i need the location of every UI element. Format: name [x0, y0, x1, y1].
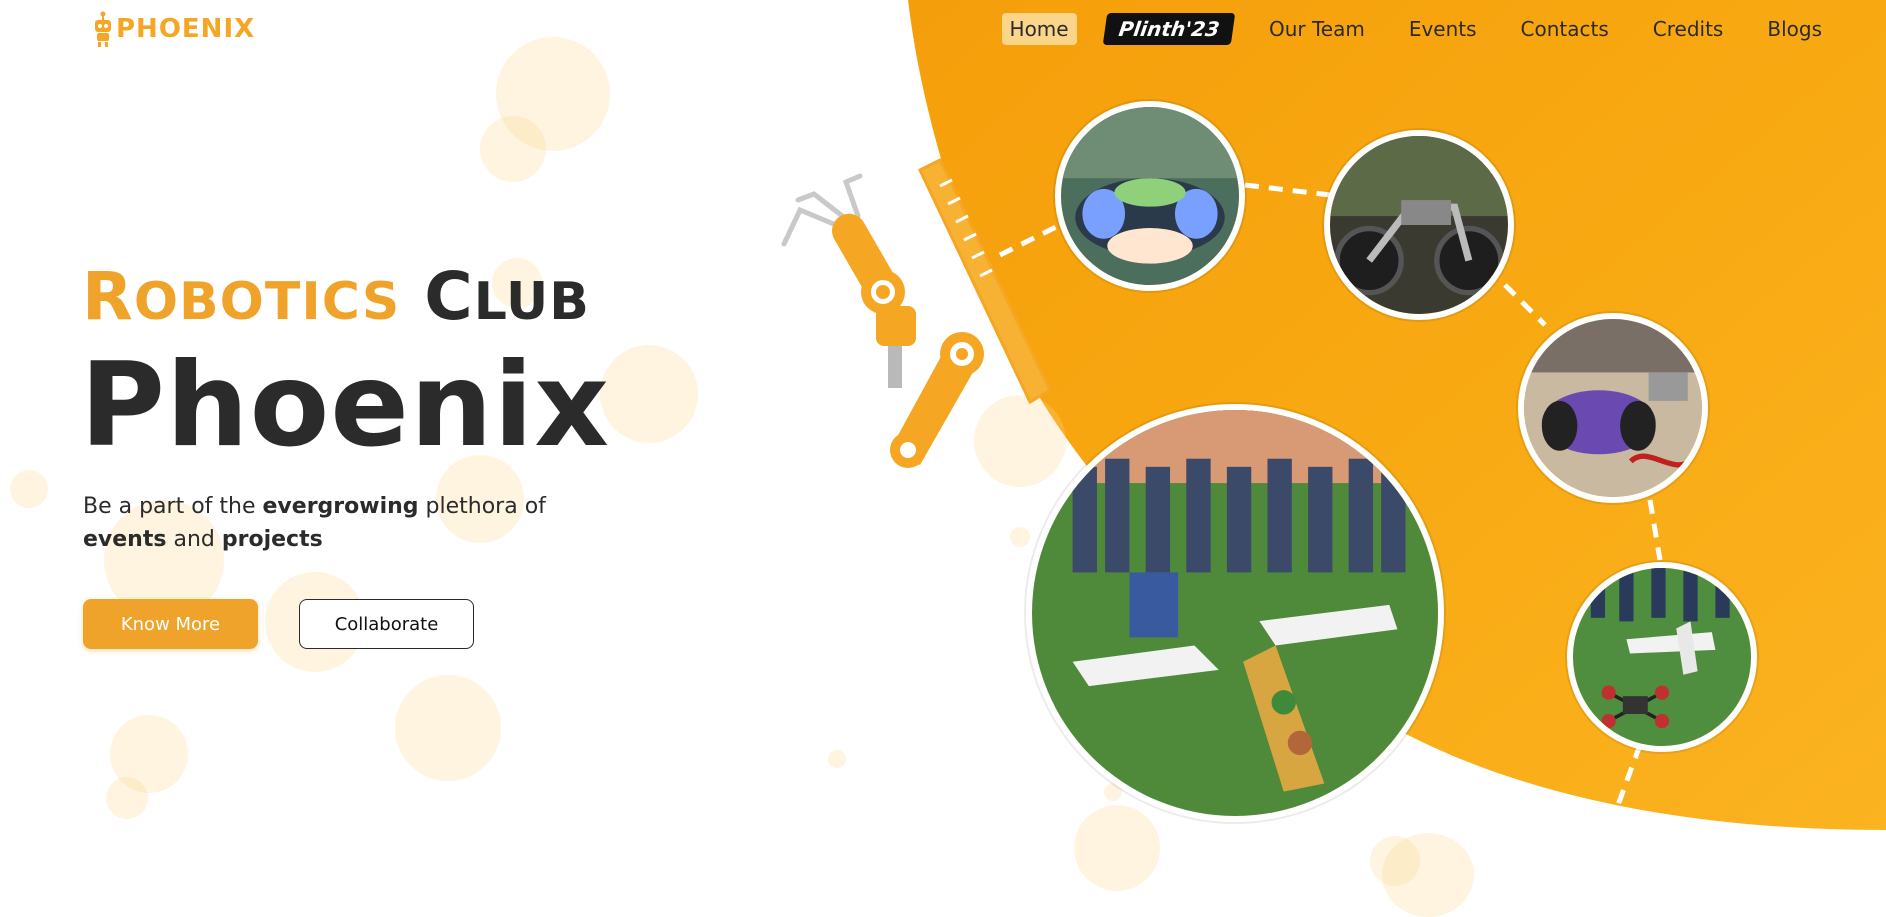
know-more-button[interactable]: Know More — [83, 599, 258, 649]
photo-rc-car[interactable] — [1518, 313, 1708, 503]
nav-plinth[interactable]: Plinth'23 — [1102, 13, 1236, 45]
nav-home[interactable]: Home — [1001, 13, 1077, 45]
motorbike-icon — [1330, 136, 1508, 314]
bubble-decoration — [106, 777, 148, 819]
photo-motorbike[interactable] — [1324, 130, 1514, 320]
hero-subtitle: ROBOTICS CLUB — [82, 258, 590, 335]
robotic-arm-icon — [781, 157, 1052, 468]
quadcopter-icon — [1573, 568, 1751, 746]
nav-contacts[interactable]: Contacts — [1513, 13, 1617, 45]
hero-title: Phoenix — [80, 338, 611, 473]
hero-word1-rest: OBOTICS — [133, 272, 401, 332]
tagline-part: Be a part of the — [83, 494, 263, 519]
phoenix-logo[interactable]: PHOENIX — [92, 8, 255, 50]
nav-credits[interactable]: Credits — [1645, 13, 1732, 45]
nav-events[interactable]: Events — [1401, 13, 1485, 45]
nav-blogs[interactable]: Blogs — [1759, 13, 1830, 45]
hero-word-robotics: ROBOTICS — [82, 258, 400, 335]
bubble-decoration — [600, 345, 698, 443]
robot-logo-icon — [95, 11, 111, 47]
logo-text: PHOENIX — [116, 14, 256, 44]
hero-word-club: CLUB — [424, 258, 590, 335]
tagline-part: plethora of — [418, 494, 546, 519]
tagline-bold: events — [83, 527, 167, 552]
nav-links: Home Plinth'23 Our Team Events Contacts … — [974, 13, 1830, 45]
top-navigation: PHOENIX Home Plinth'23 Our Team Events C… — [0, 0, 1886, 58]
tagline-part: and — [166, 527, 222, 552]
rc-car-icon — [1524, 319, 1702, 497]
photo-led-robot[interactable] — [1055, 101, 1245, 291]
hero-word1-cap: R — [82, 258, 134, 335]
bubble-decoration — [1074, 805, 1160, 891]
bubble-decoration — [10, 470, 48, 508]
photo-quadcopter[interactable] — [1567, 562, 1757, 752]
bubble-decoration — [480, 116, 546, 182]
photo-drone-group[interactable] — [1026, 404, 1444, 822]
hero-word2-rest: LUB — [473, 272, 590, 332]
bubble-decoration — [1382, 833, 1474, 917]
drone-group-icon — [1032, 410, 1438, 816]
bubble-decoration — [395, 675, 501, 781]
collaborate-button[interactable]: Collaborate — [299, 599, 474, 649]
hero-tagline: Be a part of the evergrowing plethora of… — [83, 490, 553, 556]
tagline-bold: evergrowing — [262, 494, 419, 519]
hero-word2-cap: C — [424, 258, 474, 335]
led-robot-icon — [1061, 107, 1239, 285]
nav-our-team[interactable]: Our Team — [1261, 13, 1373, 45]
bubble-decoration — [828, 750, 846, 768]
tagline-bold: projects — [221, 527, 323, 552]
bubble-decoration — [1010, 527, 1030, 547]
